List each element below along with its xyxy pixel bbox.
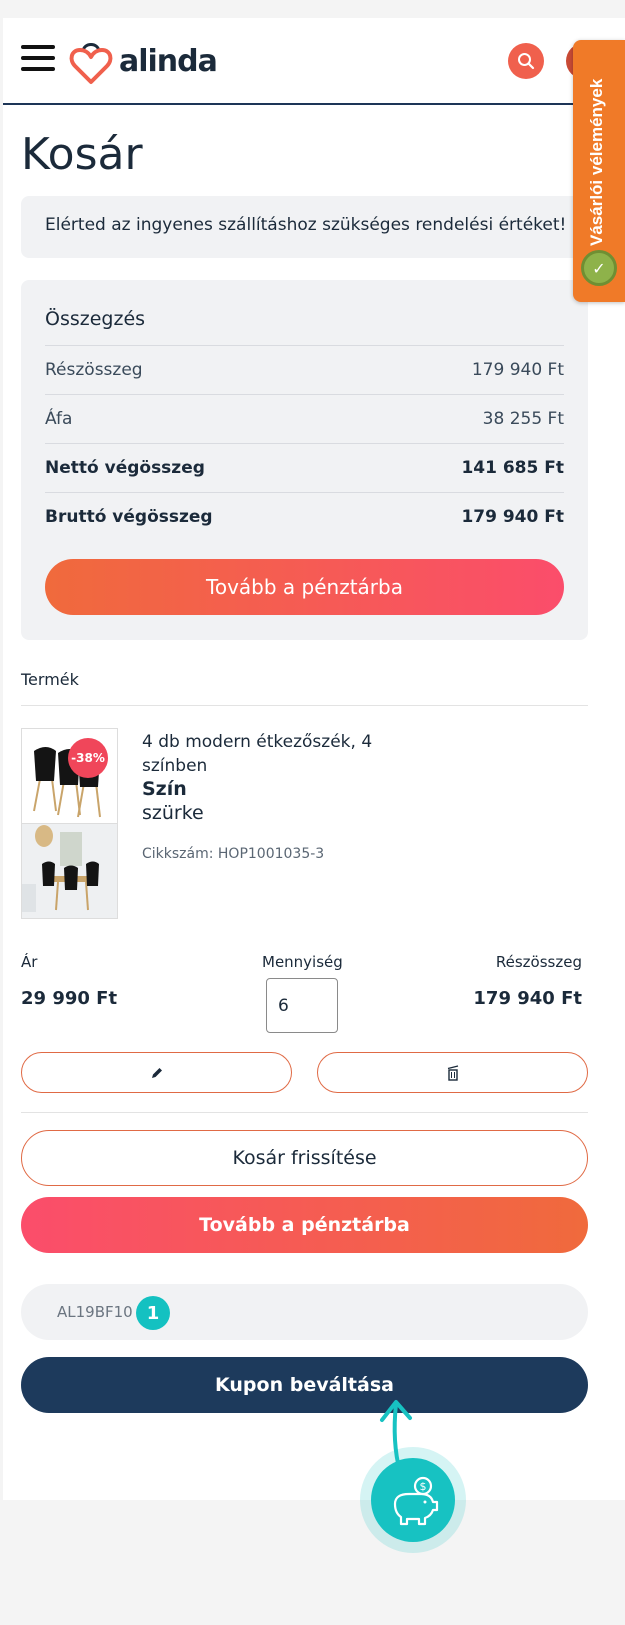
site-header: alinda [3,18,625,105]
chairs-image [22,729,117,823]
summary-heading: Összegzés [45,308,146,330]
delete-item-button[interactable] [317,1052,588,1093]
page-title: Kosár [21,129,143,180]
reviews-tab-label: Vásárlói vélemények [587,78,606,246]
customer-reviews-tab[interactable]: Vásárlói vélemények ✓ [573,40,625,302]
summary-row-vat: Áfa 38 255 Ft [45,394,564,443]
checkout-button-top[interactable]: Tovább a pénztárba [45,559,564,615]
edit-item-button[interactable] [21,1052,292,1093]
search-icon [518,53,535,70]
summary-label: Részösszeg [45,360,143,380]
redeem-coupon-button[interactable]: Kupon beváltása [21,1357,588,1413]
unit-price: 29 990 Ft [21,988,118,1009]
summary-row-subtotal: Részösszeg 179 940 Ft [45,345,564,394]
summary-label: Bruttó végösszeg [45,507,213,527]
page: alinda Kosár Elérted az ingyenes szállít… [3,18,625,1500]
menu-icon[interactable] [21,45,55,71]
summary-row-net-total: Nettó végösszeg 141 685 Ft [45,443,564,492]
price-label: Ár [21,953,38,971]
summary-value: 38 255 Ft [482,409,564,429]
product-section-label: Termék [21,670,79,689]
product-attribute-label: Szín [142,778,187,800]
refresh-cart-button[interactable]: Kosár frissítése [21,1130,588,1186]
summary-value: 141 685 Ft [461,458,564,478]
svg-text:$: $ [420,1480,427,1493]
summary-label: Áfa [45,409,73,429]
piggy-bank-icon: $ [393,1476,439,1526]
order-summary: Összegzés Részösszeg 179 940 Ft Áfa 38 2… [21,280,588,640]
product-image-secondary[interactable] [21,823,118,919]
summary-label: Nettó végösszeg [45,458,205,478]
product-attribute-value: szürke [142,802,204,824]
trash-icon [447,1064,458,1081]
product-name[interactable]: 4 db modern étkezőszék, 4 színben [142,730,402,778]
coupon-input[interactable] [21,1284,588,1340]
free-shipping-notice: Elérted az ingyenes szállításhoz szükség… [21,196,588,258]
line-subtotal: 179 940 Ft [473,988,582,1009]
pencil-icon [151,1067,162,1078]
discount-badge: -38% [68,738,108,778]
product-image[interactable]: -38% [21,728,118,824]
verified-check-icon: ✓ [581,250,617,286]
product-sku: Cikkszám: HOP1001035-3 [142,846,325,862]
summary-row-gross-total: Bruttó végösszeg 179 940 Ft [45,492,564,541]
logo[interactable]: alinda [69,36,218,86]
summary-value: 179 940 Ft [461,507,564,527]
divider [21,705,588,706]
quantity-label: Mennyiség [262,953,343,971]
heart-bag-icon [69,43,113,84]
divider [21,1112,588,1113]
brand-name: alinda [119,43,218,79]
savings-widget-button[interactable]: $ [371,1458,455,1542]
summary-value: 179 940 Ft [471,360,564,380]
quantity-input[interactable] [266,978,338,1033]
subtotal-label: Részösszeg [495,953,582,971]
checkout-button-bottom[interactable]: Tovább a pénztárba [21,1197,588,1253]
search-button[interactable] [508,43,544,79]
dining-room-image [22,824,117,918]
coupon-step-badge: 1 [136,1296,170,1330]
